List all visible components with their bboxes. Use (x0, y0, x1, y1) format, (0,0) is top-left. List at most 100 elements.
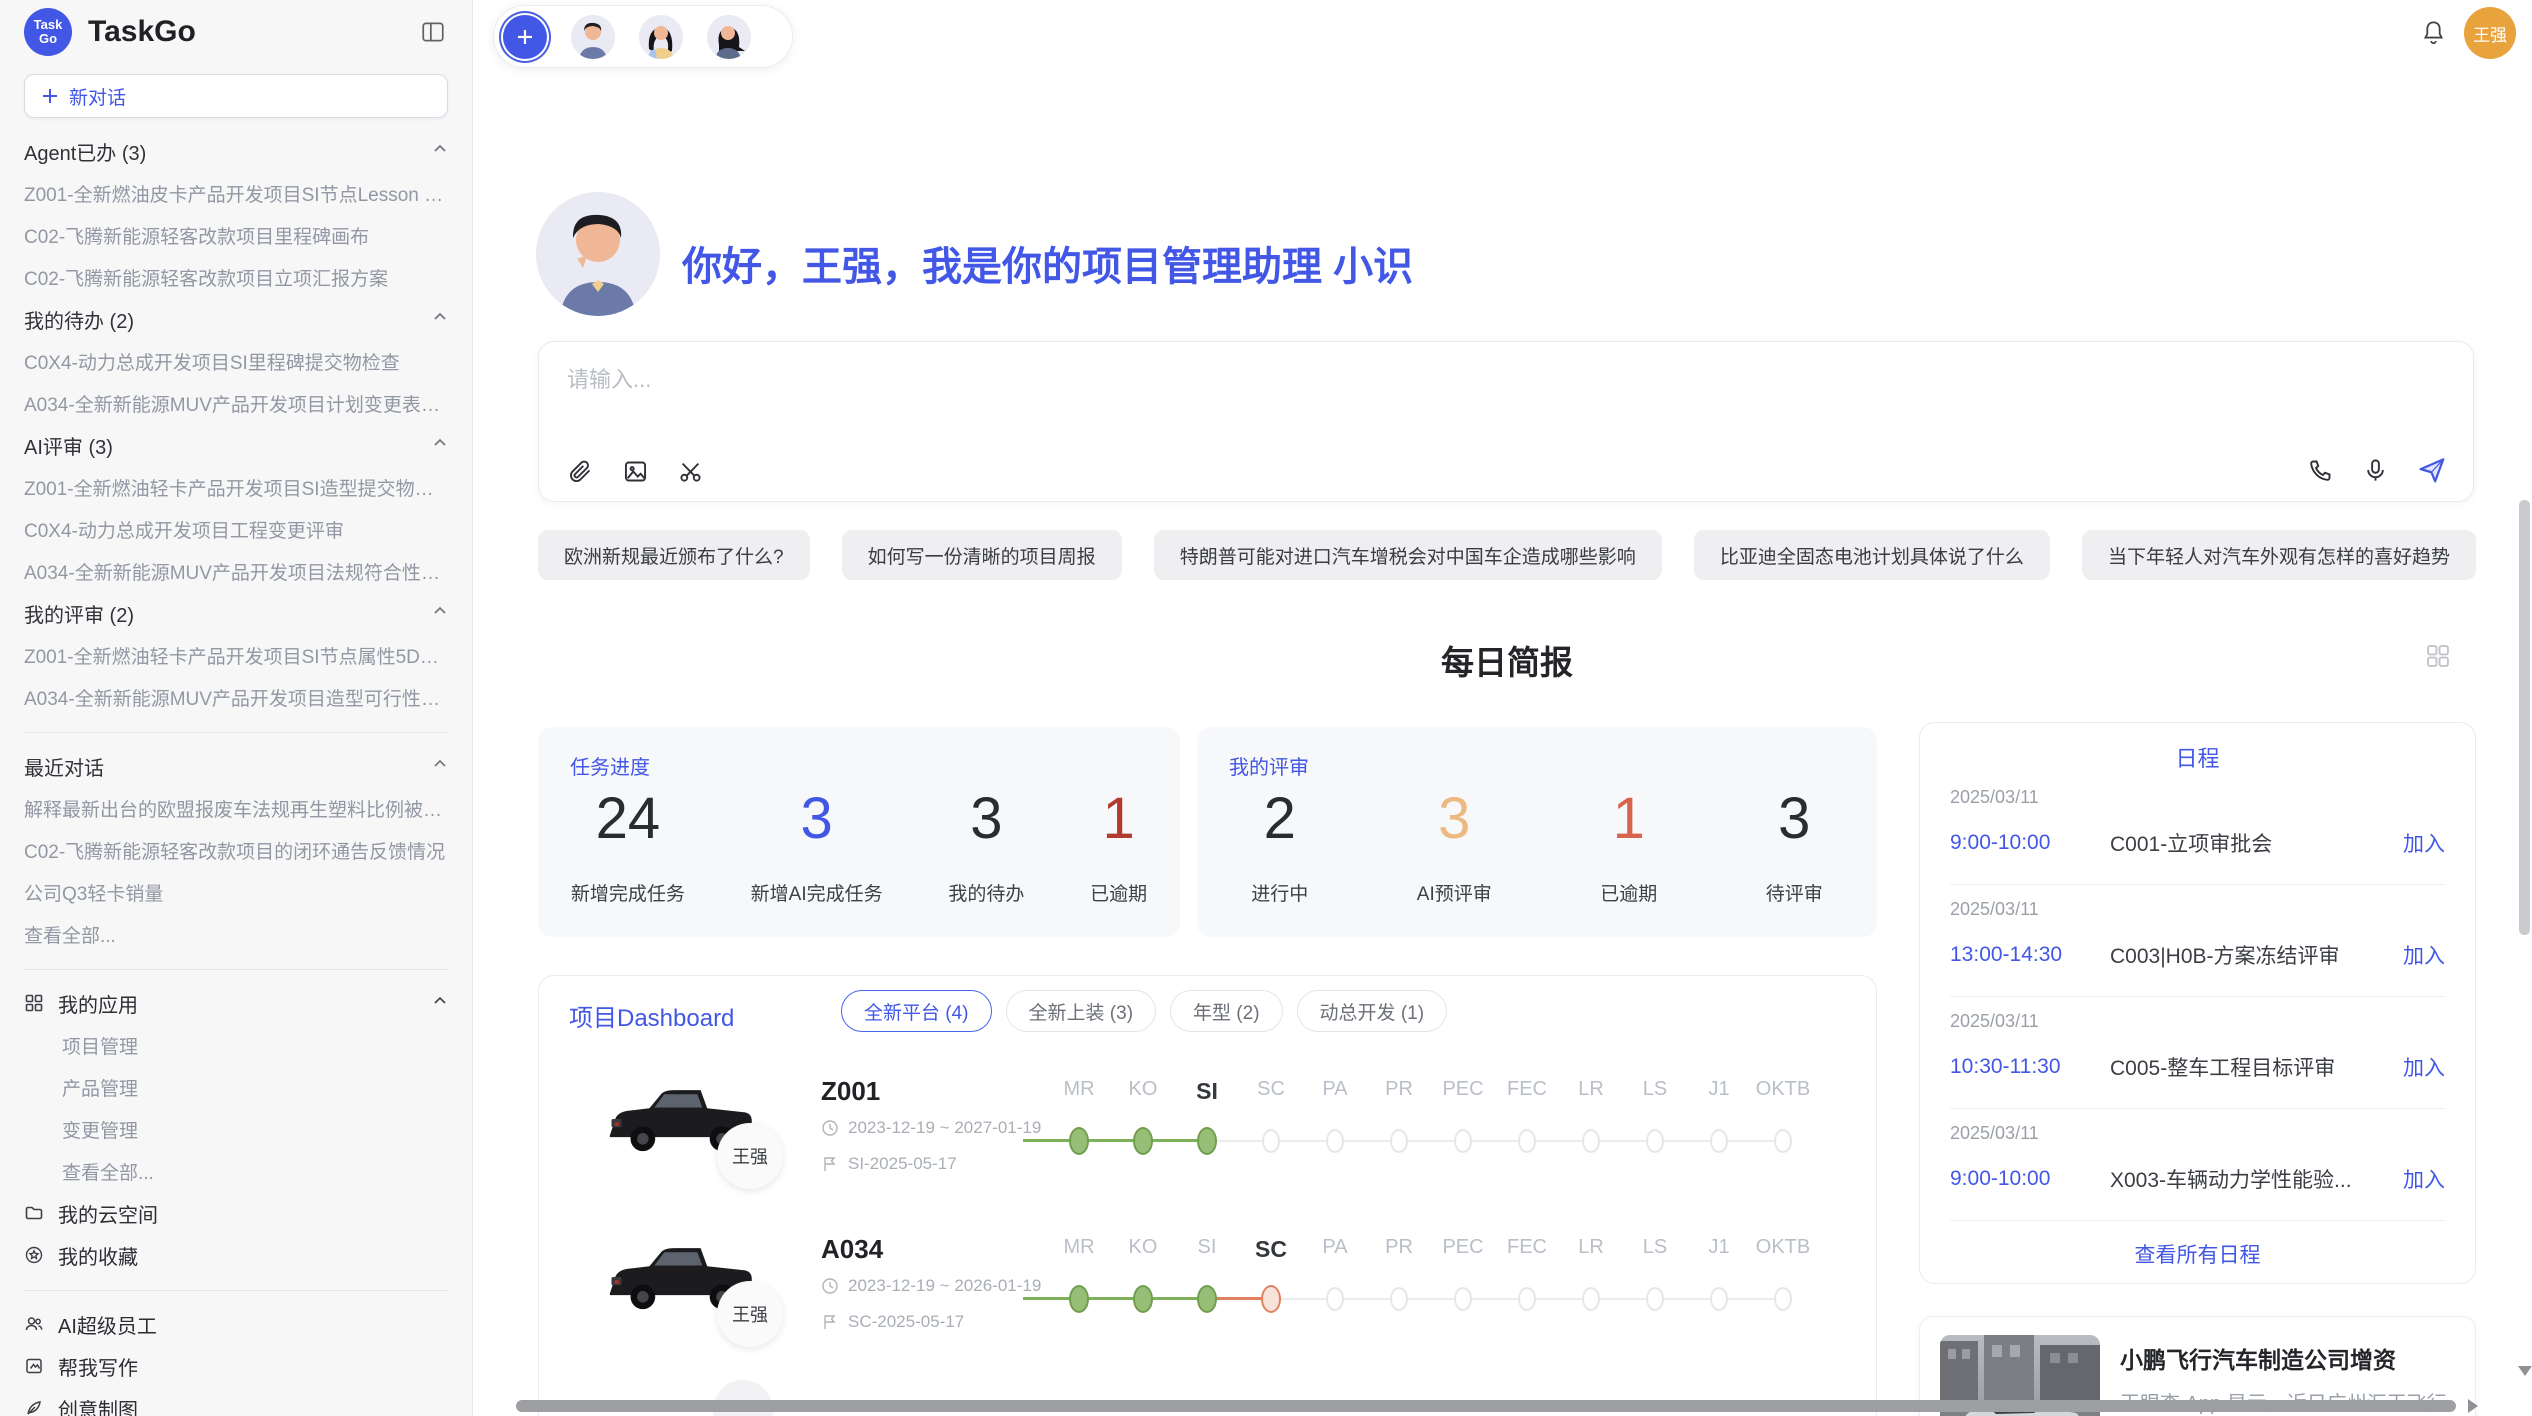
briefing-layout-icon[interactable] (2424, 642, 2452, 675)
section-my-todo[interactable]: 我的待办 (2) (24, 298, 448, 340)
join-button[interactable]: 加入 (2403, 940, 2445, 970)
recent-chat-item[interactable]: C02-飞腾新能源轻客改款项目的闭环通告反馈情况 (24, 829, 448, 871)
schedule-item: 2025/03/11 10:30-11:30 C005-整车工程目标评审 加入 (1950, 997, 2445, 1109)
section-recent-chats[interactable]: 最近对话 (24, 745, 448, 787)
scroll-down-arrow[interactable] (2518, 1366, 2532, 1376)
chevron-up-icon[interactable] (432, 602, 448, 625)
chevron-up-icon[interactable] (432, 140, 448, 163)
project-row-a034[interactable]: 王强 A034 2023-12-19 ~ 2026-01-19 SC-2025-… (559, 1222, 1859, 1372)
agent-avatar-3[interactable] (707, 15, 751, 59)
suggestion-chip[interactable]: 特朗普可能对进口汽车增税会对中国车企造成哪些影响 (1154, 530, 1662, 580)
new-chat-button[interactable]: 新对话 (24, 74, 448, 118)
vertical-scrollbar[interactable] (2519, 500, 2530, 935)
section-my-review[interactable]: 我的评审 (2) (24, 592, 448, 634)
recent-chat-item[interactable]: 解释最新出台的欧盟报废车法规再生塑料比例被调至15%... (24, 787, 448, 829)
view-all-chats[interactable]: 查看全部... (24, 913, 448, 955)
chevron-up-icon[interactable] (432, 992, 448, 1015)
sidebar-item-favorites[interactable]: 我的收藏 (24, 1234, 448, 1276)
phone-icon[interactable] (2307, 457, 2334, 484)
sidebar-item-creative-draw[interactable]: 创意制图 (24, 1387, 448, 1416)
stat-row: 24 新增完成任务 3 新增AI完成任务 3 我的待办 1 已逾期 (538, 787, 1180, 906)
app-item-label: 项目管理 (62, 1032, 138, 1059)
image-icon[interactable] (622, 458, 649, 485)
scissors-icon[interactable] (677, 458, 704, 485)
divider (24, 1290, 448, 1291)
user-avatar[interactable]: 王强 (2464, 7, 2516, 59)
project-row-z001[interactable]: 王强 Z001 2023-12-19 ~ 2027-01-19 SI-2025-… (559, 1064, 1859, 1214)
filter-pill[interactable]: 年型 (2) (1170, 990, 1283, 1032)
sidebar-item[interactable]: C0X4-动力总成开发项目SI里程碑提交物检查 (24, 340, 448, 382)
schedule-item: 2025/03/11 13:00-14:30 C003|H0B-方案冻结评审 加… (1950, 885, 2445, 997)
add-agent-button[interactable] (503, 15, 547, 59)
sidebar-item-cloud-space[interactable]: 我的云空间 (24, 1192, 448, 1234)
flag-icon (821, 1155, 839, 1173)
milestone-label: MR (1063, 1078, 1094, 1101)
milestone-dot (1454, 1129, 1472, 1153)
filter-pill-active[interactable]: 全新平台 (4) (841, 990, 992, 1032)
sidebar-item-project-mgmt[interactable]: 项目管理 (24, 1024, 448, 1066)
sidebar: Task Go TaskGo 新对话 Agent已办 (3) Z001-全新燃油… (0, 0, 473, 1416)
sidebar-item[interactable]: Z001-全新燃油皮卡产品开发项目SI节点Lesson Learn报告 (24, 172, 448, 214)
sidebar-item-my-apps[interactable]: 我的应用 (24, 982, 448, 1024)
microphone-icon[interactable] (2362, 457, 2389, 484)
scroll-right-arrow[interactable] (2468, 1399, 2478, 1413)
sidebar-item[interactable]: Z001-全新燃油轻卡产品开发项目SI节点属性5D文件评审 (24, 634, 448, 676)
suggestion-chip[interactable]: 如何写一份清晰的项目周报 (842, 530, 1122, 580)
suggestion-chip[interactable]: 比亚迪全固态电池计划具体说了什么 (1694, 530, 2050, 580)
grid-icon (24, 993, 44, 1013)
sidebar-item-label: Z001-全新燃油轻卡产品开发项目SI造型提交物评审 (24, 474, 448, 501)
view-all-apps[interactable]: 查看全部... (24, 1150, 448, 1192)
stat-label: 已逾期 (1090, 879, 1147, 906)
chevron-up-icon[interactable] (432, 434, 448, 457)
milestone-dot (1710, 1129, 1728, 1153)
view-all-schedule-link[interactable]: 查看所有日程 (1950, 1239, 2445, 1269)
milestone-dot-overdue (1261, 1285, 1281, 1313)
stat-label: 新增AI完成任务 (751, 879, 883, 906)
sidebar-header: Task Go TaskGo (24, 0, 448, 64)
suggestion-chip[interactable]: 欧洲新规最近颁布了什么? (538, 530, 810, 580)
sidebar-item-product-mgmt[interactable]: 产品管理 (24, 1066, 448, 1108)
section-agent-done[interactable]: Agent已办 (3) (24, 130, 448, 172)
join-button[interactable]: 加入 (2403, 828, 2445, 858)
chevron-up-icon[interactable] (432, 308, 448, 331)
app-title: TaskGo (88, 15, 196, 49)
chevron-up-icon[interactable] (432, 755, 448, 778)
sidebar-item-ai-super-staff[interactable]: AI超级员工 (24, 1303, 448, 1345)
send-icon[interactable] (2417, 455, 2447, 485)
sidebar-item-change-mgmt[interactable]: 变更管理 (24, 1108, 448, 1150)
suggestion-chip[interactable]: 当下年轻人对汽车外观有怎样的喜好趋势 (2082, 530, 2476, 580)
stat-value: 3 (800, 787, 832, 851)
notification-bell-icon[interactable] (2420, 19, 2447, 51)
sidebar-item[interactable]: A034-全新新能源MUV产品开发项目造型可行性评审 (24, 676, 448, 718)
chat-input[interactable] (567, 362, 2167, 422)
milestone-label: FEC (1507, 1236, 1547, 1259)
agent-avatar-1[interactable] (571, 15, 615, 59)
join-button[interactable]: 加入 (2403, 1052, 2445, 1082)
schedule-card: 日程 2025/03/11 9:00-10:00 C001-立项审批会 加入 2… (1919, 722, 2476, 1284)
recent-chat-item[interactable]: 公司Q3轻卡销量 (24, 871, 448, 913)
sidebar-item[interactable]: A034-全新新能源MUV产品开发项目法规符合性评审 (24, 550, 448, 592)
project-owner-badge: 王强 (717, 1281, 783, 1347)
sidebar-item[interactable]: A034-全新新能源MUV产品开发项目计划变更表编写 (24, 382, 448, 424)
milestone-label: J1 (1708, 1078, 1729, 1101)
section-ai-review[interactable]: AI评审 (3) (24, 424, 448, 466)
cloud-space-label: 我的云空间 (58, 1199, 158, 1228)
filter-pill[interactable]: 全新上装 (3) (1006, 990, 1157, 1032)
horizontal-scrollbar[interactable] (516, 1400, 2456, 1412)
agent-avatar-2[interactable] (639, 15, 683, 59)
sidebar-item-label: C02-飞腾新能源轻客改款项目里程碑画布 (24, 222, 369, 249)
paperclip-icon[interactable] (567, 458, 594, 485)
join-button[interactable]: 加入 (2403, 1164, 2445, 1194)
milestone-label: OKTB (1756, 1078, 1810, 1101)
app-item-label: 变更管理 (62, 1116, 138, 1143)
sidebar-item[interactable]: C0X4-动力总成开发项目工程变更评审 (24, 508, 448, 550)
sidebar-item[interactable]: C02-飞腾新能源轻客改款项目立项汇报方案 (24, 256, 448, 298)
sidebar-item[interactable]: Z001-全新燃油轻卡产品开发项目SI造型提交物评审 (24, 466, 448, 508)
sidebar-collapse-icon[interactable] (420, 19, 446, 50)
filter-pill[interactable]: 动总开发 (1) (1297, 990, 1448, 1032)
milestone-dot (1454, 1287, 1472, 1311)
sidebar-item-help-write[interactable]: 帮我写作 (24, 1345, 448, 1387)
sidebar-item[interactable]: C02-飞腾新能源轻客改款项目里程碑画布 (24, 214, 448, 256)
stat-value: 24 (596, 787, 661, 851)
sidebar-item-label: C0X4-动力总成开发项目工程变更评审 (24, 516, 344, 543)
